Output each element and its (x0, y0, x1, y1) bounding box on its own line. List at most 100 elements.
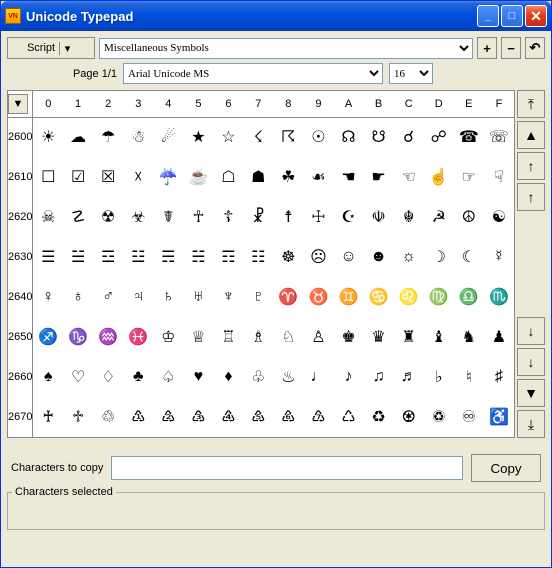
char-cell[interactable]: ☔ (153, 157, 183, 197)
char-cell[interactable]: ♮ (454, 357, 484, 397)
char-cell[interactable]: ☴ (153, 237, 183, 277)
char-cell[interactable]: ☼ (394, 237, 424, 277)
char-cell[interactable]: ☘ (273, 157, 303, 197)
char-cell[interactable]: ☱ (63, 237, 93, 277)
char-cell[interactable]: ☛ (364, 157, 394, 197)
nav-down2-button[interactable]: ↓ (517, 317, 545, 345)
char-cell[interactable]: ☃ (123, 117, 153, 157)
char-cell[interactable]: ☩ (303, 197, 333, 237)
char-cell[interactable]: ♏ (484, 277, 514, 317)
copy-button[interactable]: Copy (471, 454, 541, 482)
char-cell[interactable]: ☯ (484, 197, 514, 237)
char-cell[interactable]: ♀ (33, 277, 63, 317)
char-cell[interactable]: ☄ (153, 117, 183, 157)
char-cell[interactable]: ☸ (273, 237, 303, 277)
char-cell[interactable]: ☫ (364, 197, 394, 237)
nav-up2-button[interactable]: ↑ (517, 183, 545, 211)
char-cell[interactable]: ♡ (63, 357, 93, 397)
char-cell[interactable]: ☒ (93, 157, 123, 197)
char-cell[interactable]: ♙ (303, 317, 333, 357)
char-cell[interactable]: ★ (183, 117, 213, 157)
char-cell[interactable]: ♆ (213, 277, 243, 317)
char-cell[interactable]: ☰ (33, 237, 63, 277)
char-cell[interactable]: ♅ (183, 277, 213, 317)
copy-input[interactable] (111, 456, 463, 480)
char-cell[interactable]: ♌ (394, 277, 424, 317)
char-cell[interactable]: ☺ (333, 237, 363, 277)
font-size-select[interactable]: 16 (389, 63, 433, 84)
char-cell[interactable]: ☤ (153, 197, 183, 237)
char-cell[interactable]: ♣ (123, 357, 153, 397)
char-cell[interactable]: ♚ (333, 317, 363, 357)
char-cell[interactable]: ♇ (243, 277, 273, 317)
char-cell[interactable]: ☡ (63, 197, 93, 237)
char-cell[interactable]: ♐ (33, 317, 63, 357)
char-cell[interactable]: ♫ (364, 357, 394, 397)
char-cell[interactable]: ♿ (484, 397, 514, 437)
char-cell[interactable]: ♝ (424, 317, 454, 357)
char-cell[interactable]: ♓ (123, 317, 153, 357)
char-cell[interactable]: ☓ (123, 157, 153, 197)
char-cell[interactable]: ♛ (364, 317, 394, 357)
minimize-button[interactable]: _ (477, 5, 499, 27)
char-cell[interactable]: ☮ (454, 197, 484, 237)
char-cell[interactable]: ♾ (454, 397, 484, 437)
char-cell[interactable]: ♢ (93, 357, 123, 397)
char-cell[interactable]: ♳ (123, 397, 153, 437)
char-cell[interactable]: ♖ (213, 317, 243, 357)
char-cell[interactable]: ♕ (183, 317, 213, 357)
char-cell[interactable]: ☊ (333, 117, 363, 157)
char-cell[interactable]: ♎ (454, 277, 484, 317)
char-cell[interactable]: ♵ (183, 397, 213, 437)
char-cell[interactable]: ☞ (454, 157, 484, 197)
nav-page-up-button[interactable]: ▲ (517, 121, 545, 149)
char-cell[interactable]: ♶ (213, 397, 243, 437)
char-cell[interactable]: ☽ (424, 237, 454, 277)
char-cell[interactable]: ♟ (484, 317, 514, 357)
char-cell[interactable]: ☐ (33, 157, 63, 197)
char-cell[interactable]: ☑ (63, 157, 93, 197)
char-cell[interactable]: ☨ (273, 197, 303, 237)
char-cell[interactable]: ♈ (273, 277, 303, 317)
char-cell[interactable]: ♲ (93, 397, 123, 437)
zoom-out-button[interactable]: − (501, 37, 521, 59)
char-cell[interactable]: ☹ (303, 237, 333, 277)
char-cell[interactable]: ☶ (213, 237, 243, 277)
nav-bottom-button[interactable]: ⤓ (517, 410, 545, 438)
char-cell[interactable]: ☋ (364, 117, 394, 157)
char-cell[interactable]: ☪ (333, 197, 363, 237)
char-cell[interactable]: ♄ (153, 277, 183, 317)
char-cell[interactable]: ☷ (243, 237, 273, 277)
char-cell[interactable]: ♑ (63, 317, 93, 357)
char-cell[interactable]: ☆ (213, 117, 243, 157)
char-cell[interactable]: ☎ (454, 117, 484, 157)
char-cell[interactable]: ☧ (243, 197, 273, 237)
char-cell[interactable]: ♻ (364, 397, 394, 437)
char-cell[interactable]: ♷ (243, 397, 273, 437)
char-cell[interactable]: ☵ (183, 237, 213, 277)
char-cell[interactable]: ☍ (424, 117, 454, 157)
char-cell[interactable]: ♉ (303, 277, 333, 317)
char-cell[interactable]: ♞ (454, 317, 484, 357)
char-cell[interactable]: ♪ (333, 357, 363, 397)
font-select[interactable]: Arial Unicode MS (123, 63, 383, 84)
char-cell[interactable]: ☂ (93, 117, 123, 157)
char-cell[interactable]: ♹ (303, 397, 333, 437)
char-cell[interactable]: ♔ (153, 317, 183, 357)
char-cell[interactable]: ♯ (484, 357, 514, 397)
char-cell[interactable]: ♒ (93, 317, 123, 357)
nav-up-button[interactable]: ↑ (517, 152, 545, 180)
char-cell[interactable]: ☀ (33, 117, 63, 157)
char-cell[interactable]: ♦ (213, 357, 243, 397)
char-cell[interactable]: ☭ (424, 197, 454, 237)
char-cell[interactable]: ♂ (93, 277, 123, 317)
char-cell[interactable]: ☦ (213, 197, 243, 237)
char-cell[interactable]: ☾ (454, 237, 484, 277)
char-cell[interactable]: ♁ (63, 277, 93, 317)
char-cell[interactable]: ♋ (364, 277, 394, 317)
char-cell[interactable]: ♤ (153, 357, 183, 397)
corner-dropdown[interactable]: ▼ (8, 94, 28, 114)
char-cell[interactable]: ♩ (303, 357, 333, 397)
char-cell[interactable]: ☙ (303, 157, 333, 197)
char-cell[interactable]: ♘ (273, 317, 303, 357)
